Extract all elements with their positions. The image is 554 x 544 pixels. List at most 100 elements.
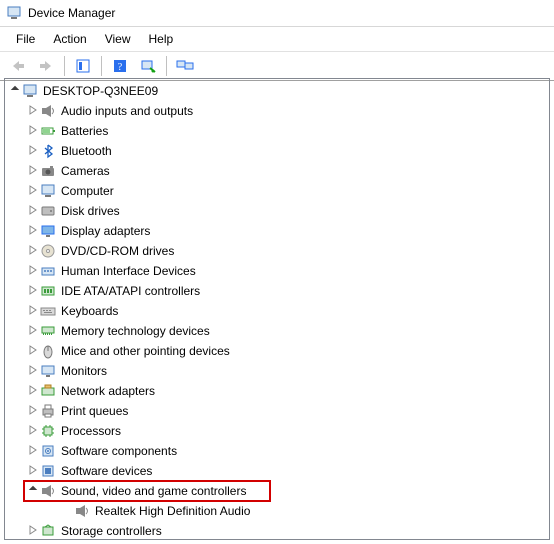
category-label: Display adapters — [59, 224, 150, 238]
device-tree[interactable]: DESKTOP-Q3NEE09 Audio inputs and outputs B… — [4, 78, 550, 540]
chevron-right-icon[interactable] — [27, 225, 39, 238]
device-category[interactable]: Software components — [5, 441, 549, 461]
chevron-right-icon[interactable] — [27, 525, 39, 538]
category-label: Sound, video and game controllers — [59, 484, 246, 498]
device-category[interactable]: Bluetooth — [5, 141, 549, 161]
scan-hardware-button[interactable] — [135, 54, 161, 78]
show-hide-tree-button[interactable] — [70, 54, 96, 78]
forward-button[interactable] — [33, 54, 59, 78]
svg-text:?: ? — [118, 62, 123, 73]
root-label: DESKTOP-Q3NEE09 — [41, 84, 158, 98]
chevron-right-icon[interactable] — [27, 425, 39, 438]
category-label: Keyboards — [59, 304, 118, 318]
chevron-right-icon[interactable] — [27, 325, 39, 338]
chevron-right-icon[interactable] — [27, 245, 39, 258]
category-label: DVD/CD-ROM drives — [59, 244, 174, 258]
device-category[interactable]: IDE ATA/ATAPI controllers — [5, 281, 549, 301]
device-category[interactable]: Human Interface Devices — [5, 261, 549, 281]
display-icon — [39, 223, 57, 239]
window-title: Device Manager — [28, 6, 115, 20]
chevron-right-icon[interactable] — [27, 285, 39, 298]
device-category[interactable]: Storage controllers — [5, 521, 549, 540]
chevron-right-icon[interactable] — [27, 145, 39, 158]
help-button[interactable]: ? — [107, 54, 133, 78]
device-item[interactable]: Realtek High Definition Audio — [5, 501, 549, 521]
chevron-down-icon[interactable] — [27, 485, 39, 498]
toolbar: ? — [0, 52, 554, 81]
device-category[interactable]: Monitors — [5, 361, 549, 381]
chevron-right-icon[interactable] — [27, 385, 39, 398]
cpu-icon — [39, 423, 57, 439]
softdev-icon — [39, 463, 57, 479]
chevron-right-icon[interactable] — [27, 405, 39, 418]
storage-icon — [39, 523, 57, 539]
device-category[interactable]: Software devices — [5, 461, 549, 481]
device-category[interactable]: Processors — [5, 421, 549, 441]
chevron-right-icon[interactable] — [27, 445, 39, 458]
chevron-right-icon[interactable] — [27, 125, 39, 138]
chevron-right-icon[interactable] — [27, 205, 39, 218]
keyboard-icon — [39, 303, 57, 319]
device-category[interactable]: Disk drives — [5, 201, 549, 221]
chevron-right-icon[interactable] — [27, 265, 39, 278]
category-label: Cameras — [59, 164, 110, 178]
menu-file[interactable]: File — [8, 32, 43, 46]
device-category[interactable]: Cameras — [5, 161, 549, 181]
category-label: Disk drives — [59, 204, 120, 218]
device-category[interactable]: Network adapters — [5, 381, 549, 401]
chevron-right-icon[interactable] — [27, 365, 39, 378]
printer-icon — [39, 403, 57, 419]
category-label: Monitors — [59, 364, 107, 378]
network-icon — [39, 383, 57, 399]
device-category[interactable]: Mice and other pointing devices — [5, 341, 549, 361]
devices-and-printers-button[interactable] — [172, 54, 198, 78]
chevron-right-icon[interactable] — [27, 185, 39, 198]
device-category[interactable]: Audio inputs and outputs — [5, 101, 549, 121]
camera-icon — [39, 163, 57, 179]
app-icon — [6, 5, 22, 21]
menu-action[interactable]: Action — [45, 32, 94, 46]
chevron-right-icon[interactable] — [27, 345, 39, 358]
computer-icon — [39, 183, 57, 199]
chevron-down-icon[interactable] — [9, 85, 21, 98]
cdrom-icon — [39, 243, 57, 259]
category-label: Mice and other pointing devices — [59, 344, 230, 358]
separator — [166, 56, 167, 76]
separator — [101, 56, 102, 76]
chevron-right-icon[interactable] — [27, 165, 39, 178]
mouse-icon — [39, 343, 57, 359]
category-label: Storage controllers — [59, 524, 162, 538]
sound-icon — [39, 483, 57, 499]
category-label: Bluetooth — [59, 144, 112, 158]
category-label: Software components — [59, 444, 177, 458]
category-label: Memory technology devices — [59, 324, 210, 338]
chevron-right-icon[interactable] — [27, 465, 39, 478]
menu-view[interactable]: View — [97, 32, 139, 46]
category-label: Human Interface Devices — [59, 264, 196, 278]
memory-icon — [39, 323, 57, 339]
device-category[interactable]: Computer — [5, 181, 549, 201]
device-category[interactable]: Keyboards — [5, 301, 549, 321]
battery-icon — [39, 123, 57, 139]
category-label: Processors — [59, 424, 121, 438]
device-category[interactable]: Sound, video and game controllers — [5, 481, 549, 501]
category-label: Print queues — [59, 404, 128, 418]
category-label: Batteries — [59, 124, 108, 138]
device-category[interactable]: DVD/CD-ROM drives — [5, 241, 549, 261]
chevron-right-icon[interactable] — [27, 305, 39, 318]
disk-icon — [39, 203, 57, 219]
device-category[interactable]: Memory technology devices — [5, 321, 549, 341]
bluetooth-icon — [39, 143, 57, 159]
device-category[interactable]: Print queues — [5, 401, 549, 421]
computer-icon — [21, 83, 39, 99]
back-button[interactable] — [5, 54, 31, 78]
chevron-right-icon[interactable] — [27, 105, 39, 118]
menu-help[interactable]: Help — [141, 32, 182, 46]
speaker-icon — [39, 103, 57, 119]
category-label: Software devices — [59, 464, 152, 478]
ide-icon — [39, 283, 57, 299]
tree-root[interactable]: DESKTOP-Q3NEE09 — [5, 81, 549, 101]
titlebar: Device Manager — [0, 0, 554, 27]
device-category[interactable]: Display adapters — [5, 221, 549, 241]
device-category[interactable]: Batteries — [5, 121, 549, 141]
